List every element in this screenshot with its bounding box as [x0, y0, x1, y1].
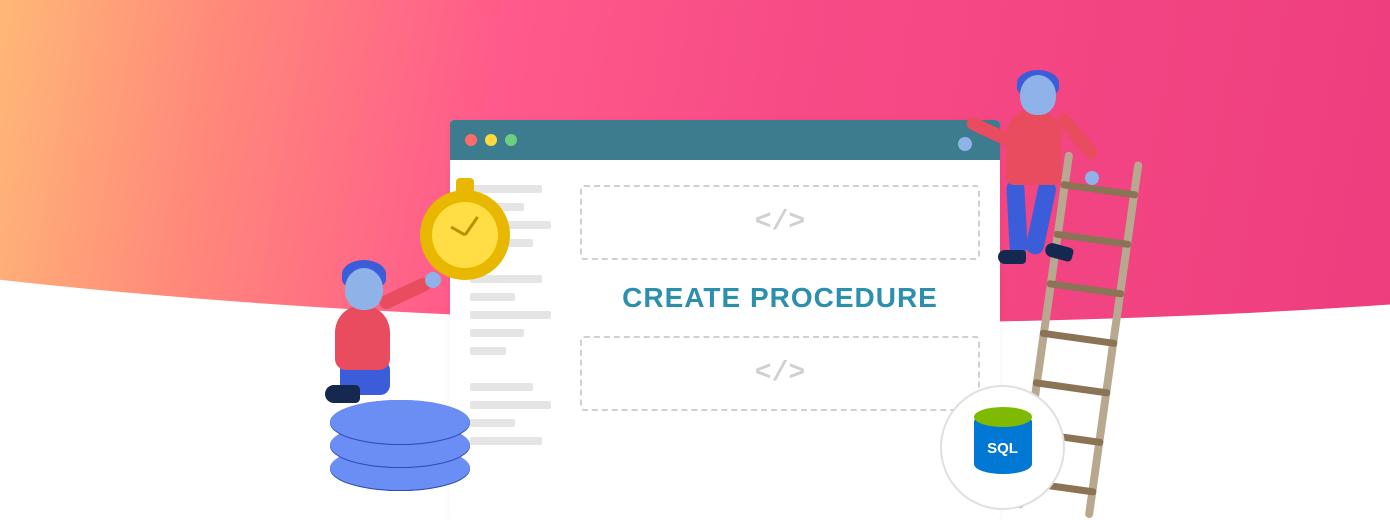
placeholder-line [470, 437, 542, 445]
person-right-illustration [950, 75, 1130, 335]
browser-window-illustration: </> CREATE PROCEDURE </> [450, 120, 1000, 520]
code-block-bottom: </> [580, 336, 980, 411]
window-minimize-dot [485, 134, 497, 146]
headline-text: CREATE PROCEDURE [580, 282, 980, 314]
window-title-bar [450, 120, 1000, 160]
window-maximize-dot [505, 134, 517, 146]
placeholder-line [470, 401, 551, 409]
sql-badge-label: SQL [974, 440, 1032, 457]
placeholder-line [470, 311, 551, 319]
sql-server-badge: SQL [940, 385, 1065, 510]
database-stack-icon [330, 400, 470, 491]
window-close-dot [465, 134, 477, 146]
window-body: </> CREATE PROCEDURE </> [450, 160, 1000, 520]
window-content: </> CREATE PROCEDURE </> [580, 185, 980, 495]
code-block-top: </> [580, 185, 980, 260]
code-icon: </> [755, 358, 805, 389]
code-icon: </> [755, 207, 805, 238]
